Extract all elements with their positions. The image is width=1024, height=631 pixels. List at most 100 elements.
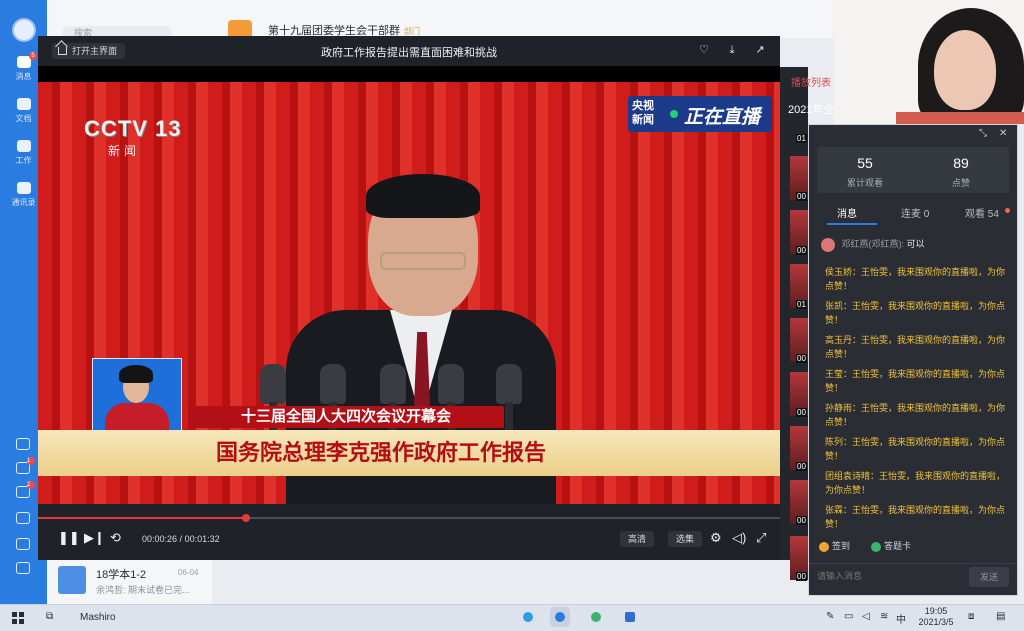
- message-sender: 邓红燕(邓红燕):: [841, 239, 905, 249]
- answer-card-button[interactable]: 答题卡: [871, 539, 911, 552]
- windows-start-icon[interactable]: [12, 612, 24, 624]
- speaker-tray-icon[interactable]: ◁: [862, 611, 870, 622]
- speaker-hair: [366, 174, 480, 218]
- battery-icon[interactable]: ▭: [844, 611, 853, 622]
- clock-date: 2021/3/5: [918, 617, 954, 627]
- playlist-item-index: 00: [796, 246, 807, 255]
- microphone-icon: [380, 364, 406, 436]
- clock-time: 19:05: [924, 606, 948, 616]
- message-text: 可以: [906, 239, 925, 249]
- chat-item-date: 06-04: [178, 568, 199, 577]
- message-item: 高玉丹：王怡雯，我来围观你的直播啦，为你点赞！: [825, 335, 1006, 359]
- message-item: 邓红燕(邓红燕): 可以: [821, 237, 925, 252]
- tab-co-host[interactable]: 连麦 0: [901, 205, 929, 220]
- headset-icon[interactable]: [16, 562, 30, 574]
- playlist-item-index: 00: [796, 192, 807, 201]
- playlist-item-index: 00: [796, 354, 807, 363]
- pin-icon[interactable]: 2: [16, 481, 35, 498]
- screen-snip-icon[interactable]: ⧈: [968, 611, 974, 622]
- rail-item-label: 通讯录: [11, 198, 36, 207]
- pen-icon[interactable]: ✎: [826, 611, 834, 622]
- playlist-item-index: 00: [796, 462, 807, 471]
- checkin-button[interactable]: 签到: [819, 539, 850, 552]
- stat-likes-value: 89: [953, 155, 969, 171]
- chat-avatar: [58, 566, 86, 594]
- message-item: 张霖：王怡雯，我来围观你的直播啦，为你点赞！: [825, 505, 1006, 529]
- video-frame[interactable]: CCTV 13 新闻 央视 新闻 正在直播 十三届全国人大四次会议开幕会 国务院…: [38, 82, 780, 504]
- microphone-icon: [260, 364, 286, 436]
- close-icon[interactable]: ✕: [999, 128, 1007, 139]
- contacts-icon: [16, 182, 31, 194]
- video-player: 打开主界面 政府工作报告提出需直面困难和挑战 ♡ ⤓ ↗ CCTV 13 新闻 …: [38, 36, 780, 560]
- rail-item-label: 文档: [15, 114, 32, 123]
- pin-badge: 2: [27, 481, 35, 489]
- settings-icon[interactable]: ⚙: [710, 531, 722, 545]
- media-player-icon[interactable]: [586, 607, 606, 627]
- microphone-icon: [438, 364, 464, 436]
- dingtalk-app-icon[interactable]: [550, 607, 570, 627]
- volume-icon[interactable]: ◁): [732, 531, 746, 545]
- live-dot-icon: [670, 110, 678, 118]
- playlist-subtitle: 2021年全: [788, 104, 835, 116]
- answer-card-label: 答题卡: [884, 541, 912, 551]
- quality-button[interactable]: 高清: [620, 531, 655, 547]
- phone-icon[interactable]: [16, 512, 30, 524]
- fullscreen-icon[interactable]: ⤢: [756, 531, 766, 545]
- message-item: 侯玉娇：王怡雯，我来围观你的直播啦，为你点赞！: [825, 267, 1006, 291]
- microphone-icon: [320, 364, 346, 436]
- live-badge-right: 正在直播: [684, 107, 761, 128]
- mail-icon[interactable]: [16, 538, 30, 550]
- app-logo[interactable]: [12, 18, 36, 42]
- task-badge: 1: [27, 457, 35, 465]
- microphone-icon: [496, 364, 522, 436]
- task-check-icon[interactable]: 1: [16, 457, 35, 474]
- pause-icon[interactable]: ❚❚: [58, 531, 80, 545]
- time-display: 00:00:26 / 00:01:32: [142, 534, 220, 544]
- episode-select-button[interactable]: 选集: [668, 531, 703, 547]
- next-icon[interactable]: ▶❙: [84, 531, 105, 545]
- live-badge: 央视 新闻 正在直播: [628, 96, 772, 132]
- channel-sub: 新闻: [108, 144, 141, 158]
- speaker-glasses: [380, 252, 466, 270]
- notification-icon[interactable]: ▤: [996, 611, 1005, 622]
- send-button[interactable]: 发送: [969, 567, 1009, 587]
- rail-item-label: 工作: [15, 156, 32, 165]
- playlist-title[interactable]: 播放列表: [791, 74, 831, 89]
- stat-likes-label: 点赞: [951, 178, 970, 188]
- playlist-item-index: 00: [796, 516, 807, 525]
- favorite-icon[interactable]: ♡: [698, 44, 710, 56]
- time-current: 00:00:26: [142, 534, 178, 544]
- message-item: 王莹：王怡雯，我来围观你的直播啦，为你点赞！: [825, 369, 1006, 393]
- shrink-icon[interactable]: ⤡: [979, 128, 987, 139]
- task-view-icon[interactable]: ⧉: [46, 611, 53, 622]
- ticker-top: 十三届全国人大四次会议开幕会: [188, 406, 504, 428]
- tab-viewers[interactable]: 观看 54: [965, 205, 999, 220]
- apps-grid-icon: [16, 140, 31, 152]
- viewers-dot: [1005, 208, 1010, 213]
- window-app-icon[interactable]: [620, 607, 640, 627]
- stat-views-label: 累计观看: [846, 178, 883, 188]
- chat-item-preview: 余鸿哲: 期末试卷已完...: [96, 585, 190, 595]
- message-input[interactable]: [817, 565, 967, 587]
- ime-indicator[interactable]: 中: [896, 611, 906, 626]
- popout-icon[interactable]: ↗: [754, 44, 766, 56]
- stat-views-value: 55: [857, 155, 873, 171]
- calendar-icon[interactable]: [16, 438, 30, 450]
- ticker-main: 国务院总理李克强作政府工作报告: [38, 430, 780, 476]
- taskbar: [0, 604, 1024, 631]
- tab-messages[interactable]: 消息: [837, 205, 857, 220]
- answer-card-icon: [871, 541, 881, 552]
- progress-fill: [38, 517, 246, 519]
- webcam-person-face: [934, 30, 996, 110]
- playlist-item-index: 01: [796, 300, 807, 309]
- group-tag: 部门: [404, 27, 420, 36]
- taskbar-label[interactable]: Mashiro: [80, 612, 116, 623]
- taskbar-clock[interactable]: 19:05 2021/3/5: [914, 606, 958, 628]
- loop-icon[interactable]: ⟲: [110, 531, 121, 545]
- message-item: 张凯：王怡雯，我来围观你的直播啦，为你点赞！: [825, 301, 1006, 325]
- progress-knob[interactable]: [241, 514, 250, 522]
- download-icon[interactable]: ⤓: [726, 44, 738, 56]
- network-icon[interactable]: ≋: [880, 611, 888, 622]
- edge-browser-icon[interactable]: [518, 607, 538, 627]
- live-panel: ⤡ ✕ 55 累计观看 89 点赞 消息 连麦 0 观看 54 邓红燕(邓红燕)…: [808, 124, 1018, 596]
